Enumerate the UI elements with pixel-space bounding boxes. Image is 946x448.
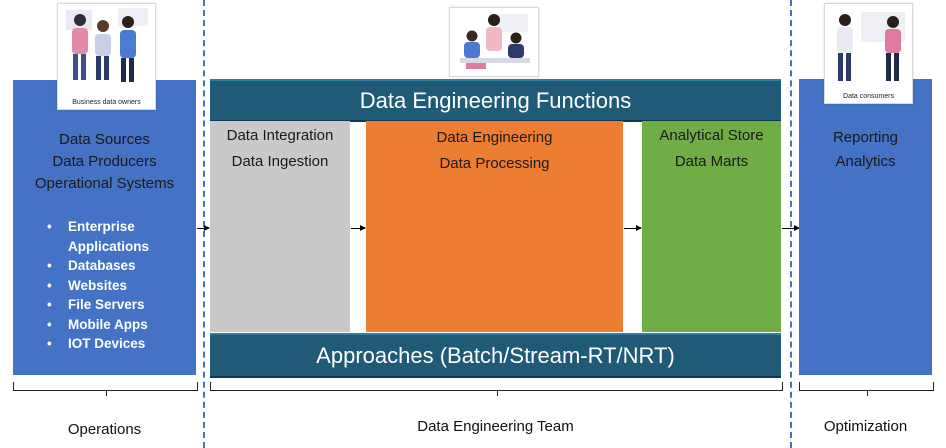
list-item: Mobile Apps [13, 315, 196, 335]
stage-ingestion-subtitle: Data Ingestion [231, 153, 329, 170]
list-item: Databases [13, 256, 196, 276]
people-illustration-icon [66, 8, 148, 82]
left-title-2: Data Producers [52, 153, 157, 170]
stage-processing-title: Data Engineering [436, 129, 553, 146]
stage-ingestion: Data Integration Data Ingestion [210, 121, 350, 332]
operations-bracket [13, 382, 198, 396]
data-team-image [449, 7, 539, 77]
data-consumers-image: Data consumers [824, 3, 913, 104]
left-title-3: Operational Systems [34, 175, 175, 192]
stage-processing-subtitle: Data Processing [439, 155, 550, 172]
data-engineering-team-label: Data Engineering Team [417, 418, 574, 435]
divider-right [790, 0, 792, 448]
stage-storage-title: Analytical Store [659, 127, 764, 144]
optimization-label: Optimization [823, 418, 908, 435]
arrow-storage-to-reporting [782, 225, 800, 231]
arrow-processing-to-storage [624, 225, 642, 231]
source-list: Enterprise Applications Databases Websit… [13, 217, 196, 354]
right-title-1: Reporting [832, 129, 899, 146]
approaches-footer: Approaches (Batch/Stream-RT/NRT) [210, 333, 781, 378]
consumers-illustration-icon [837, 12, 905, 81]
arrow-ingestion-to-processing [351, 225, 366, 231]
team-illustration-icon [460, 14, 530, 69]
stage-storage-subtitle: Data Marts [674, 153, 749, 170]
divider-left [203, 0, 205, 448]
list-item: Enterprise Applications [13, 217, 196, 256]
list-item: IOT Devices [13, 334, 196, 354]
data-sources-panel: Data Sources Data Producers Operational … [13, 80, 196, 375]
list-item: Websites [13, 276, 196, 296]
stage-ingestion-title: Data Integration [226, 127, 334, 144]
stage-storage: Analytical Store Data Marts [642, 121, 781, 332]
approaches-footer-text: Approaches (Batch/Stream-RT/NRT) [316, 343, 675, 368]
stage-processing: Data Engineering Data Processing [366, 121, 623, 332]
operations-label: Operations [67, 421, 142, 438]
right-title-2: Analytics [835, 153, 896, 170]
functions-header-text: Data Engineering Functions [359, 88, 632, 113]
arrow-sources-to-ingestion [197, 225, 210, 231]
functions-header: Data Engineering Functions [210, 79, 781, 122]
team-bracket [210, 382, 783, 396]
list-item: File Servers [13, 295, 196, 315]
left-title-1: Data Sources [59, 131, 150, 148]
reporting-panel: Reporting Analytics [799, 79, 932, 375]
optimization-bracket [799, 382, 934, 396]
right-image-caption: Data consumers [843, 93, 894, 100]
left-image-caption: Business data owners [72, 99, 141, 106]
business-data-owners-image: Business data owners [57, 3, 156, 110]
